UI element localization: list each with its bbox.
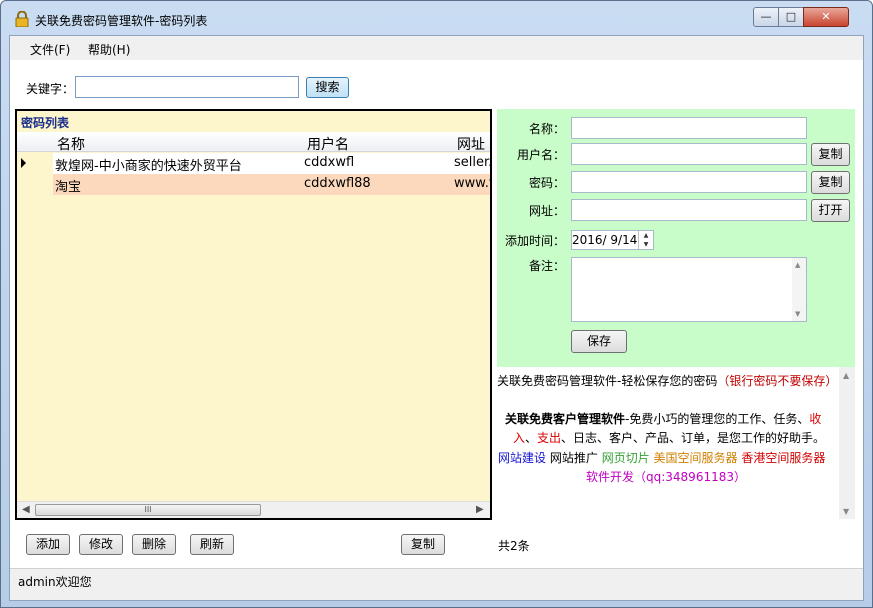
minimize-button[interactable]: —: [753, 7, 779, 27]
edit-button[interactable]: 修改: [79, 534, 123, 555]
scroll-up-icon[interactable]: ▲: [843, 371, 849, 380]
menu-file[interactable]: 文件(F): [30, 41, 70, 58]
scroll-down-icon[interactable]: ▼: [843, 507, 849, 516]
note-textarea[interactable]: ▲ ▼: [571, 257, 807, 322]
info-line-2: 关联免费客户管理软件-免费小巧的管理您的工作、任务、收: [505, 410, 821, 427]
date-value: 2016/ 9/14: [572, 233, 638, 247]
link-page-slice[interactable]: 网页切片: [602, 451, 650, 465]
keyword-input[interactable]: [75, 76, 299, 98]
spin-up-icon[interactable]: ▲: [639, 231, 653, 240]
note-scrollbar[interactable]: ▲ ▼: [792, 258, 806, 321]
col-header-user[interactable]: 用户名: [307, 134, 349, 154]
scroll-right-icon[interactable]: ▶: [476, 504, 484, 515]
password-list-panel: 密码列表 名称 用户名 网址 敦煌网-中小商家的快速外贸平台 cddxwfl s…: [15, 109, 492, 520]
link-software-dev[interactable]: 软件开发（qq:348961183）: [586, 468, 746, 485]
info-warning: （银行密码不要保存）: [717, 374, 838, 388]
menu-bar: 文件(F) 帮助(H): [10, 36, 863, 60]
password-label: 密码：: [528, 176, 565, 190]
action-bar: 添加 修改 删除 刷新 复制 共2条: [10, 520, 863, 566]
promo-income-b[interactable]: 入: [513, 431, 525, 445]
link-website-build[interactable]: 网站建设: [498, 451, 546, 465]
cell-user: cddxwfl88: [304, 176, 371, 191]
row-cells: 淘宝 cddxwfl88 www.ta: [53, 174, 490, 195]
info-panel: 关联免费密码管理软件-轻松保存您的密码（银行密码不要保存） 关联免费客户管理软件…: [497, 367, 855, 519]
row-selector[interactable]: [17, 174, 53, 195]
promo-title-link[interactable]: 关联免费客户管理软件: [505, 412, 625, 426]
info-line-1: 关联免费密码管理软件-轻松保存您的密码（银行密码不要保存）: [497, 372, 837, 389]
status-text: admin欢迎您: [18, 575, 92, 589]
menu-help[interactable]: 帮助(H): [88, 41, 130, 58]
link-us-server[interactable]: 美国空间服务器: [654, 451, 738, 465]
copy-username-button[interactable]: 复制: [811, 143, 850, 166]
url-label: 网址：: [528, 204, 565, 218]
scroll-down-icon[interactable]: ▼: [795, 310, 800, 318]
username-label: 用户名：: [516, 148, 565, 162]
lock-icon: [15, 11, 29, 27]
name-input[interactable]: [571, 117, 807, 139]
promo-income-a[interactable]: 收: [809, 412, 821, 426]
col-header-name[interactable]: 名称: [57, 134, 85, 154]
spin-down-icon[interactable]: ▼: [639, 240, 653, 249]
record-count: 共2条: [498, 539, 530, 553]
open-url-button[interactable]: 打开: [811, 199, 850, 222]
list-caption: 密码列表: [21, 116, 70, 130]
close-button[interactable]: ✕: [803, 7, 849, 27]
app-window: 关联免费密码管理软件-密码列表 — □ ✕ 文件(F) 帮助(H) 关键字： 搜…: [0, 0, 873, 608]
search-bar: 关键字： 搜索: [10, 60, 863, 110]
delete-button[interactable]: 删除: [132, 534, 176, 555]
info-links: 网站建设 网站推广 网页切片 美国空间服务器 香港空间服务器: [498, 449, 825, 466]
info-text: 关联免费密码管理软件-轻松保存您的密码: [497, 374, 718, 388]
password-input[interactable]: [571, 171, 807, 193]
scroll-thumb[interactable]: III: [35, 504, 261, 516]
search-button[interactable]: 搜索: [306, 77, 349, 98]
add-button[interactable]: 添加: [26, 534, 70, 555]
promo-text-2: 、日志、客户、产品、订单，是您工作的好助手。: [561, 431, 826, 445]
horizontal-scrollbar[interactable]: ◀ III ▶: [17, 501, 490, 518]
username-input[interactable]: [571, 143, 807, 165]
promo-text: -免费小巧的管理您的工作、任务、: [625, 412, 810, 426]
detail-form: 名称： 用户名： 复制 密码： 复制 网址： 打开 添加时间： 2016/ 9/…: [497, 109, 855, 367]
row-cells: 敦煌网-中小商家的快速外贸平台 cddxwfl seller.d: [53, 153, 490, 174]
info-scrollbar[interactable]: ▲ ▼: [839, 367, 855, 519]
promo-sep: 、: [525, 431, 538, 445]
title-bar: 关联免费密码管理软件-密码列表 — □ ✕: [1, 1, 872, 35]
cell-name: 敦煌网-中小商家的快速外贸平台: [55, 159, 242, 174]
date-label: 添加时间：: [505, 234, 566, 248]
promo-expense[interactable]: 支出: [537, 431, 561, 445]
copy-password-button[interactable]: 复制: [811, 171, 850, 194]
date-picker[interactable]: 2016/ 9/14 ▲ ▼: [571, 230, 654, 250]
grid-header: 名称 用户名 网址: [17, 132, 490, 154]
client-area: 文件(F) 帮助(H) 关键字： 搜索 密码列表 名称 用户名 网址 敦煌网-中…: [9, 35, 864, 601]
note-label: 备注：: [528, 259, 565, 273]
keyword-label: 关键字：: [26, 82, 75, 96]
status-bar: admin欢迎您: [10, 568, 863, 600]
window-title: 关联免费密码管理软件-密码列表: [35, 14, 208, 28]
col-header-url[interactable]: 网址: [457, 134, 485, 154]
row-selector[interactable]: [17, 153, 53, 174]
date-spinner[interactable]: ▲ ▼: [638, 231, 653, 249]
refresh-button[interactable]: 刷新: [190, 534, 234, 555]
cell-user: cddxwfl: [304, 155, 355, 170]
cell-url: www.ta: [454, 176, 490, 191]
table-row[interactable]: 淘宝 cddxwfl88 www.ta: [17, 174, 490, 195]
cell-name: 淘宝: [55, 180, 82, 195]
scroll-left-icon[interactable]: ◀: [22, 504, 30, 515]
scroll-up-icon[interactable]: ▲: [795, 261, 800, 269]
info-line-3: 入、支出、日志、客户、产品、订单，是您工作的好助手。: [513, 429, 825, 446]
link-hk-server[interactable]: 香港空间服务器: [741, 451, 825, 465]
name-label: 名称：: [528, 122, 565, 136]
save-button[interactable]: 保存: [571, 330, 627, 353]
table-row[interactable]: 敦煌网-中小商家的快速外贸平台 cddxwfl seller.d: [17, 153, 490, 174]
cell-url: seller.d: [454, 155, 490, 170]
maximize-button[interactable]: □: [778, 7, 804, 27]
current-row-icon: [21, 158, 26, 168]
link-website-promo[interactable]: 网站推广: [550, 451, 598, 465]
url-input[interactable]: [571, 199, 807, 221]
copy-record-button[interactable]: 复制: [401, 534, 445, 555]
